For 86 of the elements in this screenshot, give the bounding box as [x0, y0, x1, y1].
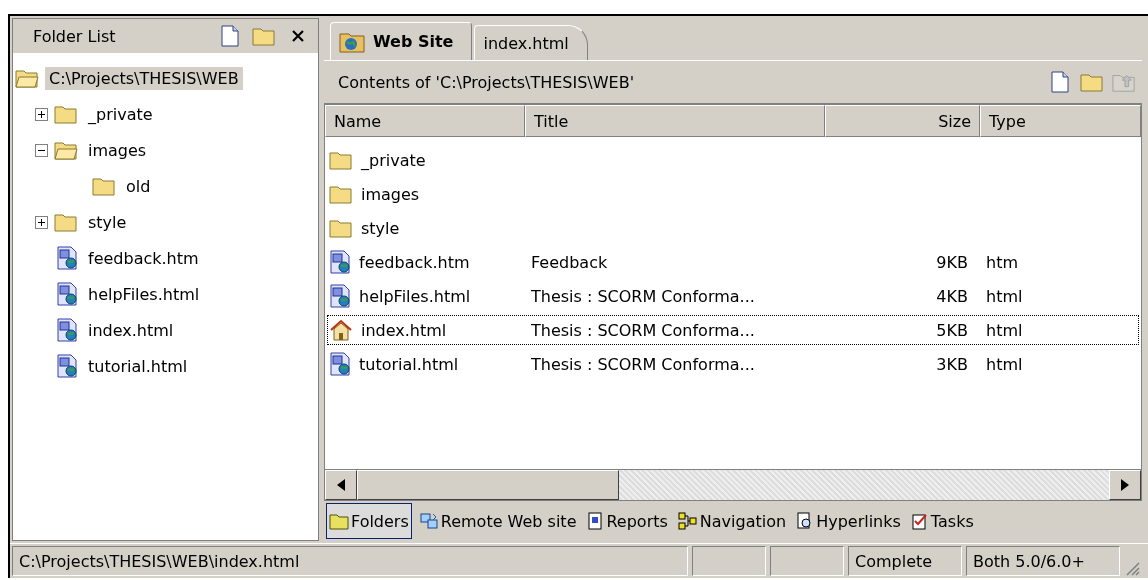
tree-item[interactable]: images — [84, 138, 151, 162]
column-header[interactable]: Type — [980, 105, 1141, 137]
web-page-icon — [56, 246, 78, 270]
folder-icon — [329, 218, 353, 238]
new-page-button[interactable] — [218, 24, 242, 48]
file-name[interactable]: _private — [355, 150, 432, 170]
tree-item[interactable]: C:\Projects\THESIS\WEB — [45, 66, 243, 90]
file-name[interactable]: tutorial.html — [353, 354, 465, 374]
blank-page-icon — [1051, 71, 1069, 93]
resize-grip-icon — [1124, 560, 1140, 576]
table-cell-text: 4KB — [935, 286, 969, 306]
panel-title: Folder List — [33, 26, 117, 46]
file-name[interactable]: style — [355, 218, 406, 238]
view-button[interactable]: Tasks — [907, 503, 977, 539]
house-icon — [329, 318, 353, 342]
tree-item[interactable]: feedback.htm — [84, 246, 203, 270]
scrollbar-thumb[interactable] — [357, 470, 619, 500]
folder-icon — [329, 184, 353, 204]
view-button[interactable]: Remote Web site — [415, 503, 580, 539]
new-page-button[interactable] — [1048, 70, 1072, 94]
column-header[interactable]: Size — [825, 105, 980, 137]
web-page-icon — [329, 250, 351, 274]
web-page-icon — [56, 282, 78, 306]
left-arrow-icon — [337, 479, 345, 491]
collapse-toggle[interactable] — [35, 143, 48, 157]
sync-arrows-icon — [418, 512, 439, 530]
table-cell-text: 9KB — [935, 252, 969, 272]
view-button[interactable]: Hyperlinks — [793, 503, 904, 539]
folder-icon — [92, 176, 116, 196]
status-path: C:\Projects\THESIS\WEB\index.html — [12, 546, 688, 576]
table-cell-text: html — [985, 354, 1024, 374]
right-arrow-icon — [1121, 479, 1129, 491]
folder-globe-icon — [339, 30, 365, 53]
scroll-left-button[interactable] — [325, 470, 357, 500]
web-page-icon — [56, 318, 78, 342]
compatibility-text: Both 5.0/6.0+ — [966, 546, 1120, 576]
tree-item[interactable]: _private — [84, 102, 157, 126]
scroll-right-button[interactable] — [1109, 470, 1141, 500]
folder-icon — [329, 512, 349, 530]
tree-item[interactable]: old — [122, 174, 155, 198]
expand-toggle[interactable] — [35, 107, 48, 121]
file-name[interactable]: images — [355, 184, 426, 204]
table-cell-text: htm — [985, 252, 1019, 272]
tree-item[interactable]: style — [84, 210, 131, 234]
close-icon — [292, 30, 304, 42]
view-button[interactable]: Folders — [326, 503, 412, 539]
report-icon — [586, 512, 605, 530]
folder-icon — [329, 150, 353, 170]
tree-item[interactable]: helpFiles.html — [84, 282, 204, 306]
column-header[interactable]: Name — [325, 105, 525, 137]
blank-page-icon — [221, 25, 239, 47]
file-name[interactable]: feedback.htm — [353, 252, 476, 272]
view-button[interactable]: Navigation — [674, 503, 790, 539]
table-cell-text: 5KB — [935, 320, 969, 340]
status-text: Complete — [848, 546, 962, 576]
tree-item[interactable]: tutorial.html — [84, 354, 192, 378]
web-page-icon — [329, 352, 351, 376]
web-page-icon — [56, 354, 78, 378]
contents-title: Contents of 'C:\Projects\THESIS\WEB' — [338, 72, 636, 92]
tab[interactable]: index.html — [474, 25, 588, 60]
open-folder-icon — [54, 140, 78, 160]
focused-row[interactable]: index.html Thesis : SCORM Conforma... 5KB html — [325, 313, 1141, 347]
table-cell-text: Feedback — [530, 252, 609, 272]
tree-item[interactable]: index.html — [84, 318, 178, 342]
table-cell-text: html — [985, 286, 1024, 306]
file-name[interactable]: index.html — [355, 320, 453, 340]
table-cell-text: 3KB — [935, 354, 969, 374]
folder-icon — [252, 26, 276, 46]
folder-icon — [54, 104, 78, 124]
table-cell-text: Thesis : SCORM Conforma... — [530, 354, 756, 374]
open-folder-icon — [15, 68, 39, 88]
folder-icon — [1080, 72, 1104, 92]
expand-toggle[interactable] — [35, 215, 48, 229]
tab[interactable]: Web Site — [330, 22, 473, 60]
table-cell-text: Thesis : SCORM Conforma... — [530, 286, 756, 306]
plus-icon — [37, 217, 46, 227]
table-cell-text: Thesis : SCORM Conforma... — [530, 320, 756, 340]
checklist-icon — [910, 512, 929, 530]
column-header[interactable]: Title — [525, 105, 825, 137]
view-button[interactable]: Reports — [583, 503, 671, 539]
hierarchy-icon — [677, 512, 698, 530]
folder-icon — [54, 212, 78, 232]
plus-icon — [37, 109, 46, 119]
web-page-icon — [329, 284, 351, 308]
table-cell-text: html — [985, 320, 1024, 340]
file-name[interactable]: helpFiles.html — [353, 286, 477, 306]
